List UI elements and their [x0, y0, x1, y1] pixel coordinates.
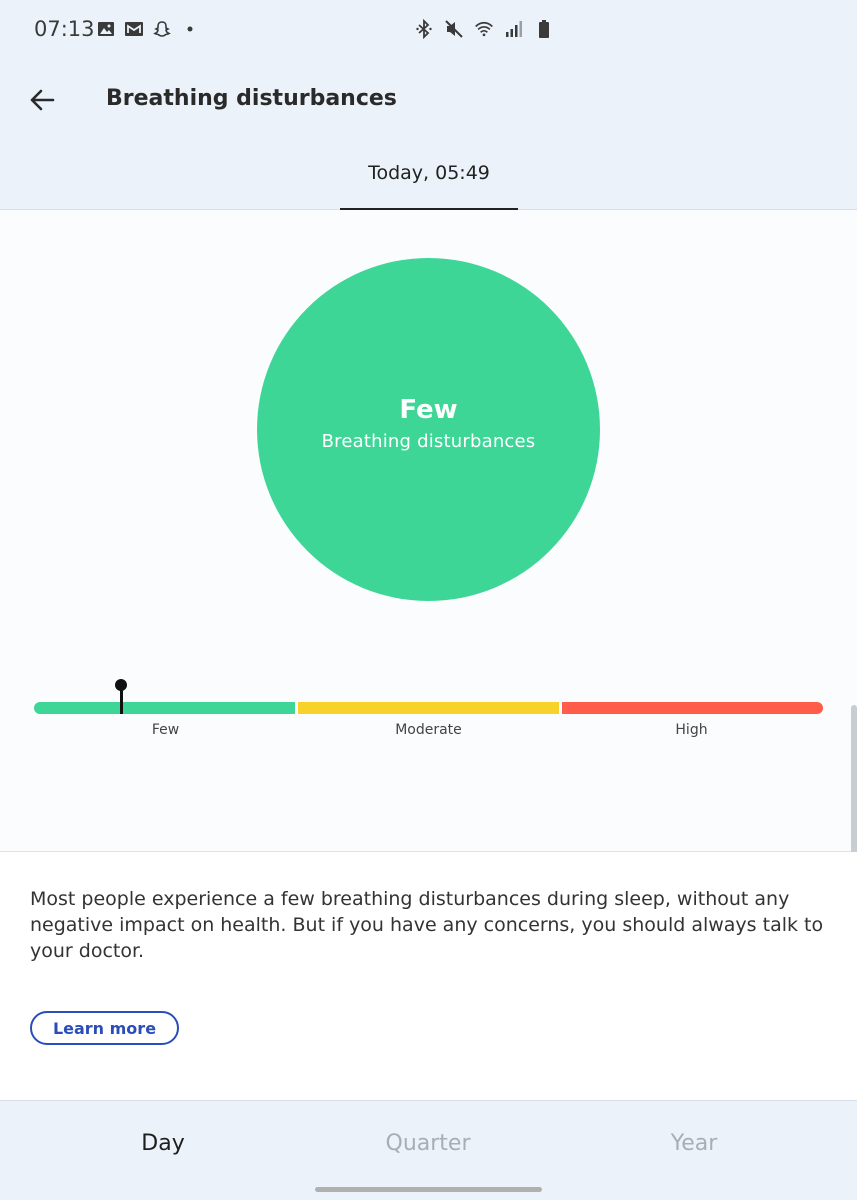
- tab-day[interactable]: Day: [20, 1131, 306, 1156]
- status-right-icons: [414, 19, 554, 39]
- mute-icon: [444, 19, 464, 39]
- image-icon: [96, 19, 116, 39]
- scale-segment-moderate: [298, 702, 559, 714]
- scrollbar-thumb[interactable]: [851, 705, 857, 857]
- main-panel: Few Breathing disturbances Few Moderate …: [0, 210, 857, 852]
- scale-label-moderate: Moderate: [395, 722, 462, 738]
- scale-label-high: High: [675, 722, 708, 738]
- battery-icon: [534, 19, 554, 39]
- tab-year[interactable]: Year: [551, 1131, 837, 1156]
- back-button[interactable]: [22, 82, 62, 122]
- snapchat-icon: [152, 19, 172, 39]
- scale-marker: [115, 679, 127, 715]
- status-time: 07:13: [34, 17, 95, 41]
- mail-icon: [124, 19, 144, 39]
- home-indicator[interactable]: [315, 1187, 542, 1192]
- app-header: Breathing disturbances Today, 05:49: [0, 60, 857, 210]
- info-section: Most people experience a few breathing d…: [0, 852, 857, 1100]
- status-left-icons: [96, 19, 200, 39]
- wifi-icon: [474, 19, 494, 39]
- score-circle: Few Breathing disturbances: [257, 258, 600, 601]
- scale-marker-line: [120, 687, 123, 714]
- scale-segment-high: [562, 702, 823, 714]
- scale-marker-dot: [115, 679, 127, 691]
- bottom-nav: Day Quarter Year: [0, 1100, 857, 1200]
- score-value: Few: [399, 395, 458, 425]
- page-title: Breathing disturbances: [106, 86, 397, 111]
- tab-date-today[interactable]: Today, 05:49: [340, 155, 518, 210]
- tab-quarter[interactable]: Quarter: [285, 1131, 571, 1156]
- status-bar: 07:13: [0, 0, 857, 60]
- scale-segment-few: [34, 702, 295, 714]
- info-text: Most people experience a few breathing d…: [30, 888, 824, 962]
- scale-labels: Few Moderate High: [34, 722, 823, 738]
- bluetooth-icon: [414, 19, 434, 39]
- dot-icon: [180, 19, 200, 39]
- arrow-left-icon: [29, 89, 55, 115]
- signal-icon: [504, 19, 524, 39]
- score-label: Breathing disturbances: [321, 431, 536, 452]
- severity-scale: [34, 702, 823, 714]
- scale-label-few: Few: [151, 722, 180, 738]
- learn-more-button[interactable]: Learn more: [30, 1011, 179, 1045]
